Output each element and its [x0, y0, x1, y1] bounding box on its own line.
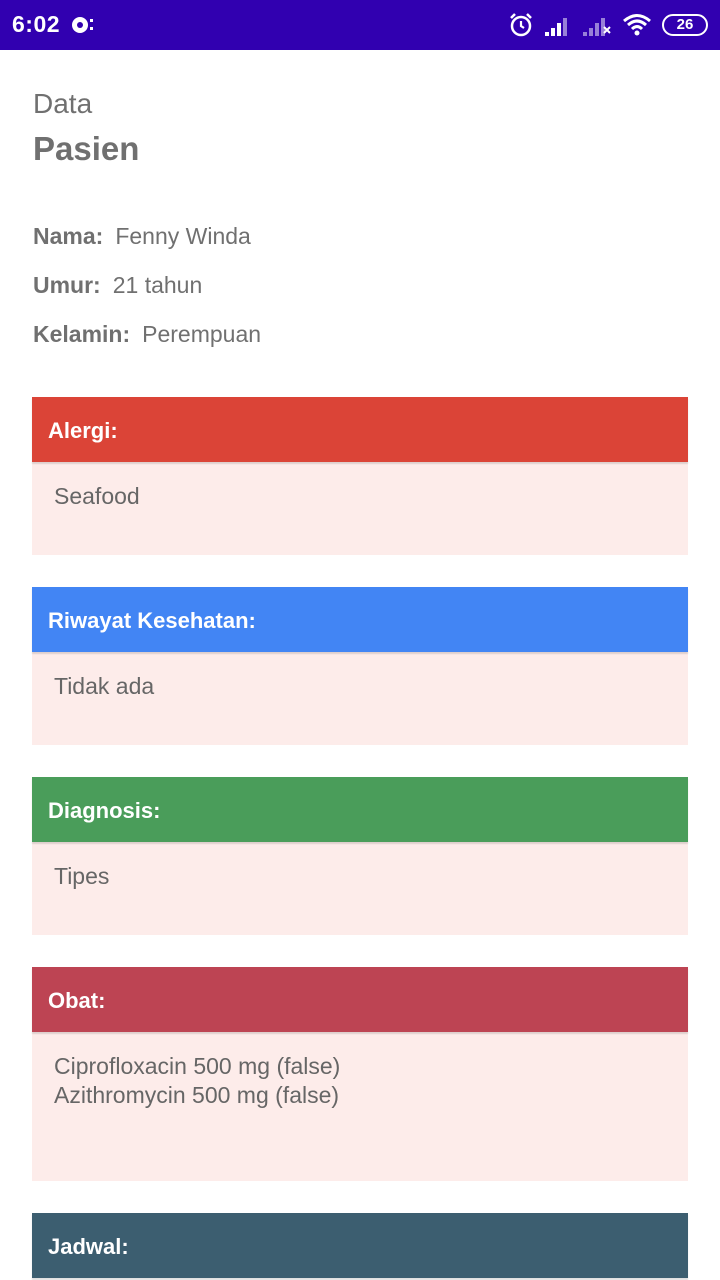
wifi-icon	[623, 14, 651, 36]
allergy-card: Alergi: Seafood	[32, 397, 688, 555]
battery-icon: 26	[662, 14, 708, 36]
schedule-card-title: Jadwal:	[32, 1213, 688, 1278]
alarm-icon	[510, 13, 532, 37]
health-history-card: Riwayat Kesehatan: Tidak ada	[32, 587, 688, 745]
medicine-card-title: Obat:	[32, 967, 688, 1032]
medicine-card-content: Ciprofloxacin 500 mg (false) Azithromyci…	[32, 1032, 688, 1181]
patient-gender-value: Perempuan	[142, 321, 262, 347]
medicine-item: Ciprofloxacin 500 mg (false)	[54, 1053, 341, 1079]
patient-gender-label: Kelamin:	[33, 321, 131, 347]
health-history-card-title: Riwayat Kesehatan:	[32, 587, 688, 652]
medicine-item: Azithromycin 500 mg (false)	[54, 1082, 340, 1108]
signal-off-icon	[583, 18, 611, 36]
allergy-card-content: Seafood	[32, 462, 688, 555]
allergy-card-title: Alergi:	[32, 397, 688, 462]
patient-name-row: Nama: Fenny Winda	[33, 223, 251, 250]
battery-level: 26	[676, 16, 694, 33]
medicine-card: Obat: Ciprofloxacin 500 mg (false) Azith…	[32, 967, 688, 1181]
page-title: Pasien	[33, 130, 140, 167]
status-icons: 26	[508, 10, 708, 40]
diagnosis-card-content: Tipes	[32, 842, 688, 935]
schedule-card: Jadwal:	[32, 1213, 688, 1278]
status-bar: 6:02 26	[0, 0, 720, 50]
signal-icon	[545, 18, 567, 36]
health-history-card-content: Tidak ada	[32, 652, 688, 745]
patient-gender-row: Kelamin: Perempuan	[33, 321, 261, 348]
notification-icon	[72, 17, 93, 33]
page-title-prefix: Data	[33, 88, 93, 119]
patient-age-value: 21 tahun	[112, 272, 203, 298]
status-time: 6:02	[12, 11, 61, 37]
patient-age-row: Umur: 21 tahun	[33, 272, 202, 299]
patient-name-value: Fenny Winda	[115, 223, 251, 249]
patient-name-label: Nama:	[33, 223, 104, 249]
diagnosis-card: Diagnosis: Tipes	[32, 777, 688, 935]
diagnosis-card-title: Diagnosis:	[32, 777, 688, 842]
patient-age-label: Umur:	[33, 272, 101, 298]
